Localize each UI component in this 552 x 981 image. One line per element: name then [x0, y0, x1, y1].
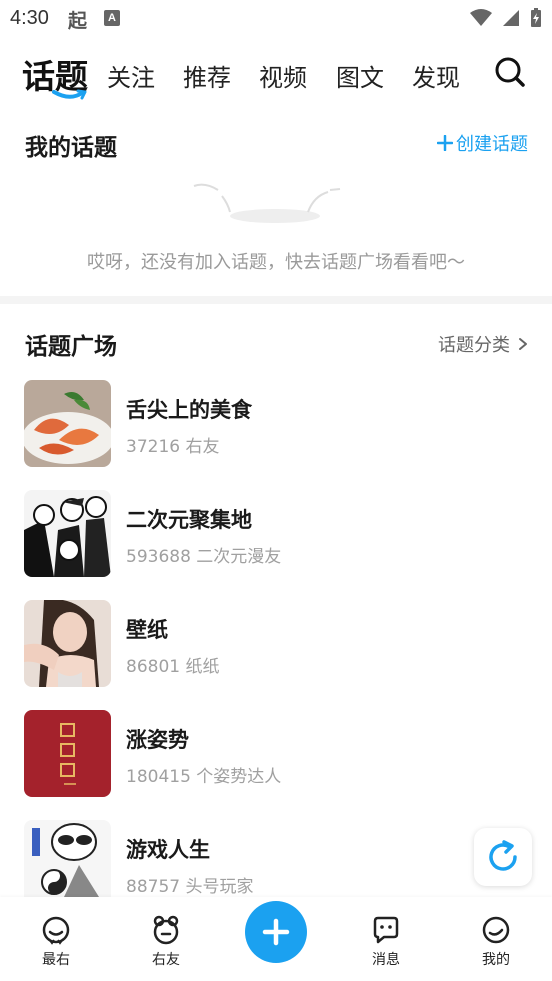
status-time: 4:30 — [10, 7, 49, 29]
bottom-tab-label: 消息 — [372, 952, 400, 968]
plus-icon — [262, 918, 290, 946]
topic-name: 二次元聚集地 — [126, 508, 252, 532]
tab-video[interactable]: 视频 — [259, 58, 307, 93]
friends-face-icon — [153, 915, 179, 945]
bottom-tab-label: 我的 — [482, 952, 510, 968]
signal-icon — [503, 10, 519, 26]
tab-follow[interactable]: 关注 — [107, 58, 155, 93]
topic-square-title: 话题广场 — [25, 334, 117, 360]
tab-image-text[interactable]: 图文 — [336, 58, 384, 93]
topic-member-count: 37216 右友 — [126, 437, 220, 457]
notification-app-icon-2: A — [104, 10, 120, 26]
top-nav: 话题 关注 推荐 视频 图文 发现 — [0, 44, 552, 104]
bottom-tab-profile[interactable]: 我的 — [466, 915, 526, 969]
tab-discover[interactable]: 发现 — [412, 58, 460, 93]
refresh-icon — [489, 840, 517, 871]
topic-thumbnail-wallpaper — [24, 600, 111, 687]
topic-row-wallpaper[interactable]: 壁纸 86801 纸纸 — [0, 600, 552, 690]
empty-state-illustration — [193, 183, 341, 223]
section-divider — [0, 296, 552, 304]
zuiyou-face-icon — [42, 916, 70, 945]
topic-thumbnail-knowledge — [24, 710, 111, 797]
topic-row-food[interactable]: 舌尖上的美食 37216 右友 — [0, 380, 552, 470]
chevron-right-icon — [519, 338, 527, 350]
my-topics-title: 我的话题 — [25, 135, 117, 161]
bottom-tab-friends[interactable]: 右友 — [136, 915, 196, 969]
topic-name: 舌尖上的美食 — [126, 398, 252, 422]
topic-member-count: 180415 个姿势达人 — [126, 767, 282, 787]
topic-thumbnail-anime — [24, 490, 111, 577]
create-topic-button[interactable]: 创建话题 — [437, 130, 528, 156]
bottom-nav: 最右 右友 消息 我的 — [0, 897, 552, 981]
active-tab-indicator — [52, 89, 87, 100]
topic-row-anime[interactable]: 二次元聚集地 593688 二次元漫友 — [0, 490, 552, 580]
publish-button[interactable] — [245, 901, 307, 963]
notification-app-icon: 起 — [68, 10, 88, 32]
wifi-icon — [470, 9, 492, 26]
topic-row-knowledge[interactable]: 涨姿势 180415 个姿势达人 — [0, 710, 552, 800]
topic-name: 游戏人生 — [126, 838, 210, 862]
topic-name: 壁纸 — [126, 618, 168, 642]
empty-state-text: 哎呀，还没有加入话题，快去话题广场看看吧～ — [87, 252, 465, 273]
bottom-tab-messages[interactable]: 消息 — [356, 915, 416, 969]
battery-icon — [531, 8, 541, 27]
bottom-tab-zuiyou[interactable]: 最右 — [26, 915, 86, 969]
topic-member-count: 88757 头号玩家 — [126, 877, 254, 897]
topic-category-button[interactable]: 话题分类 — [438, 331, 528, 357]
search-icon[interactable] — [494, 56, 526, 88]
status-bar: 4:30 起 A — [0, 0, 552, 40]
message-bubble-icon — [373, 916, 399, 944]
tab-recommend[interactable]: 推荐 — [183, 58, 231, 93]
topic-thumbnail-gaming — [24, 820, 111, 907]
refresh-button[interactable] — [474, 828, 532, 886]
bottom-tab-label: 右友 — [152, 952, 180, 968]
create-topic-label: 创建话题 — [456, 134, 528, 155]
topic-category-label: 话题分类 — [438, 335, 510, 356]
profile-face-icon — [482, 916, 510, 944]
topic-member-count: 593688 二次元漫友 — [126, 547, 282, 567]
topic-thumbnail-food — [24, 380, 111, 467]
plus-icon — [437, 135, 453, 151]
topic-member-count: 86801 纸纸 — [126, 657, 220, 677]
topic-name: 涨姿势 — [126, 728, 189, 752]
bottom-tab-label: 最右 — [42, 952, 70, 968]
status-icons — [470, 8, 542, 28]
